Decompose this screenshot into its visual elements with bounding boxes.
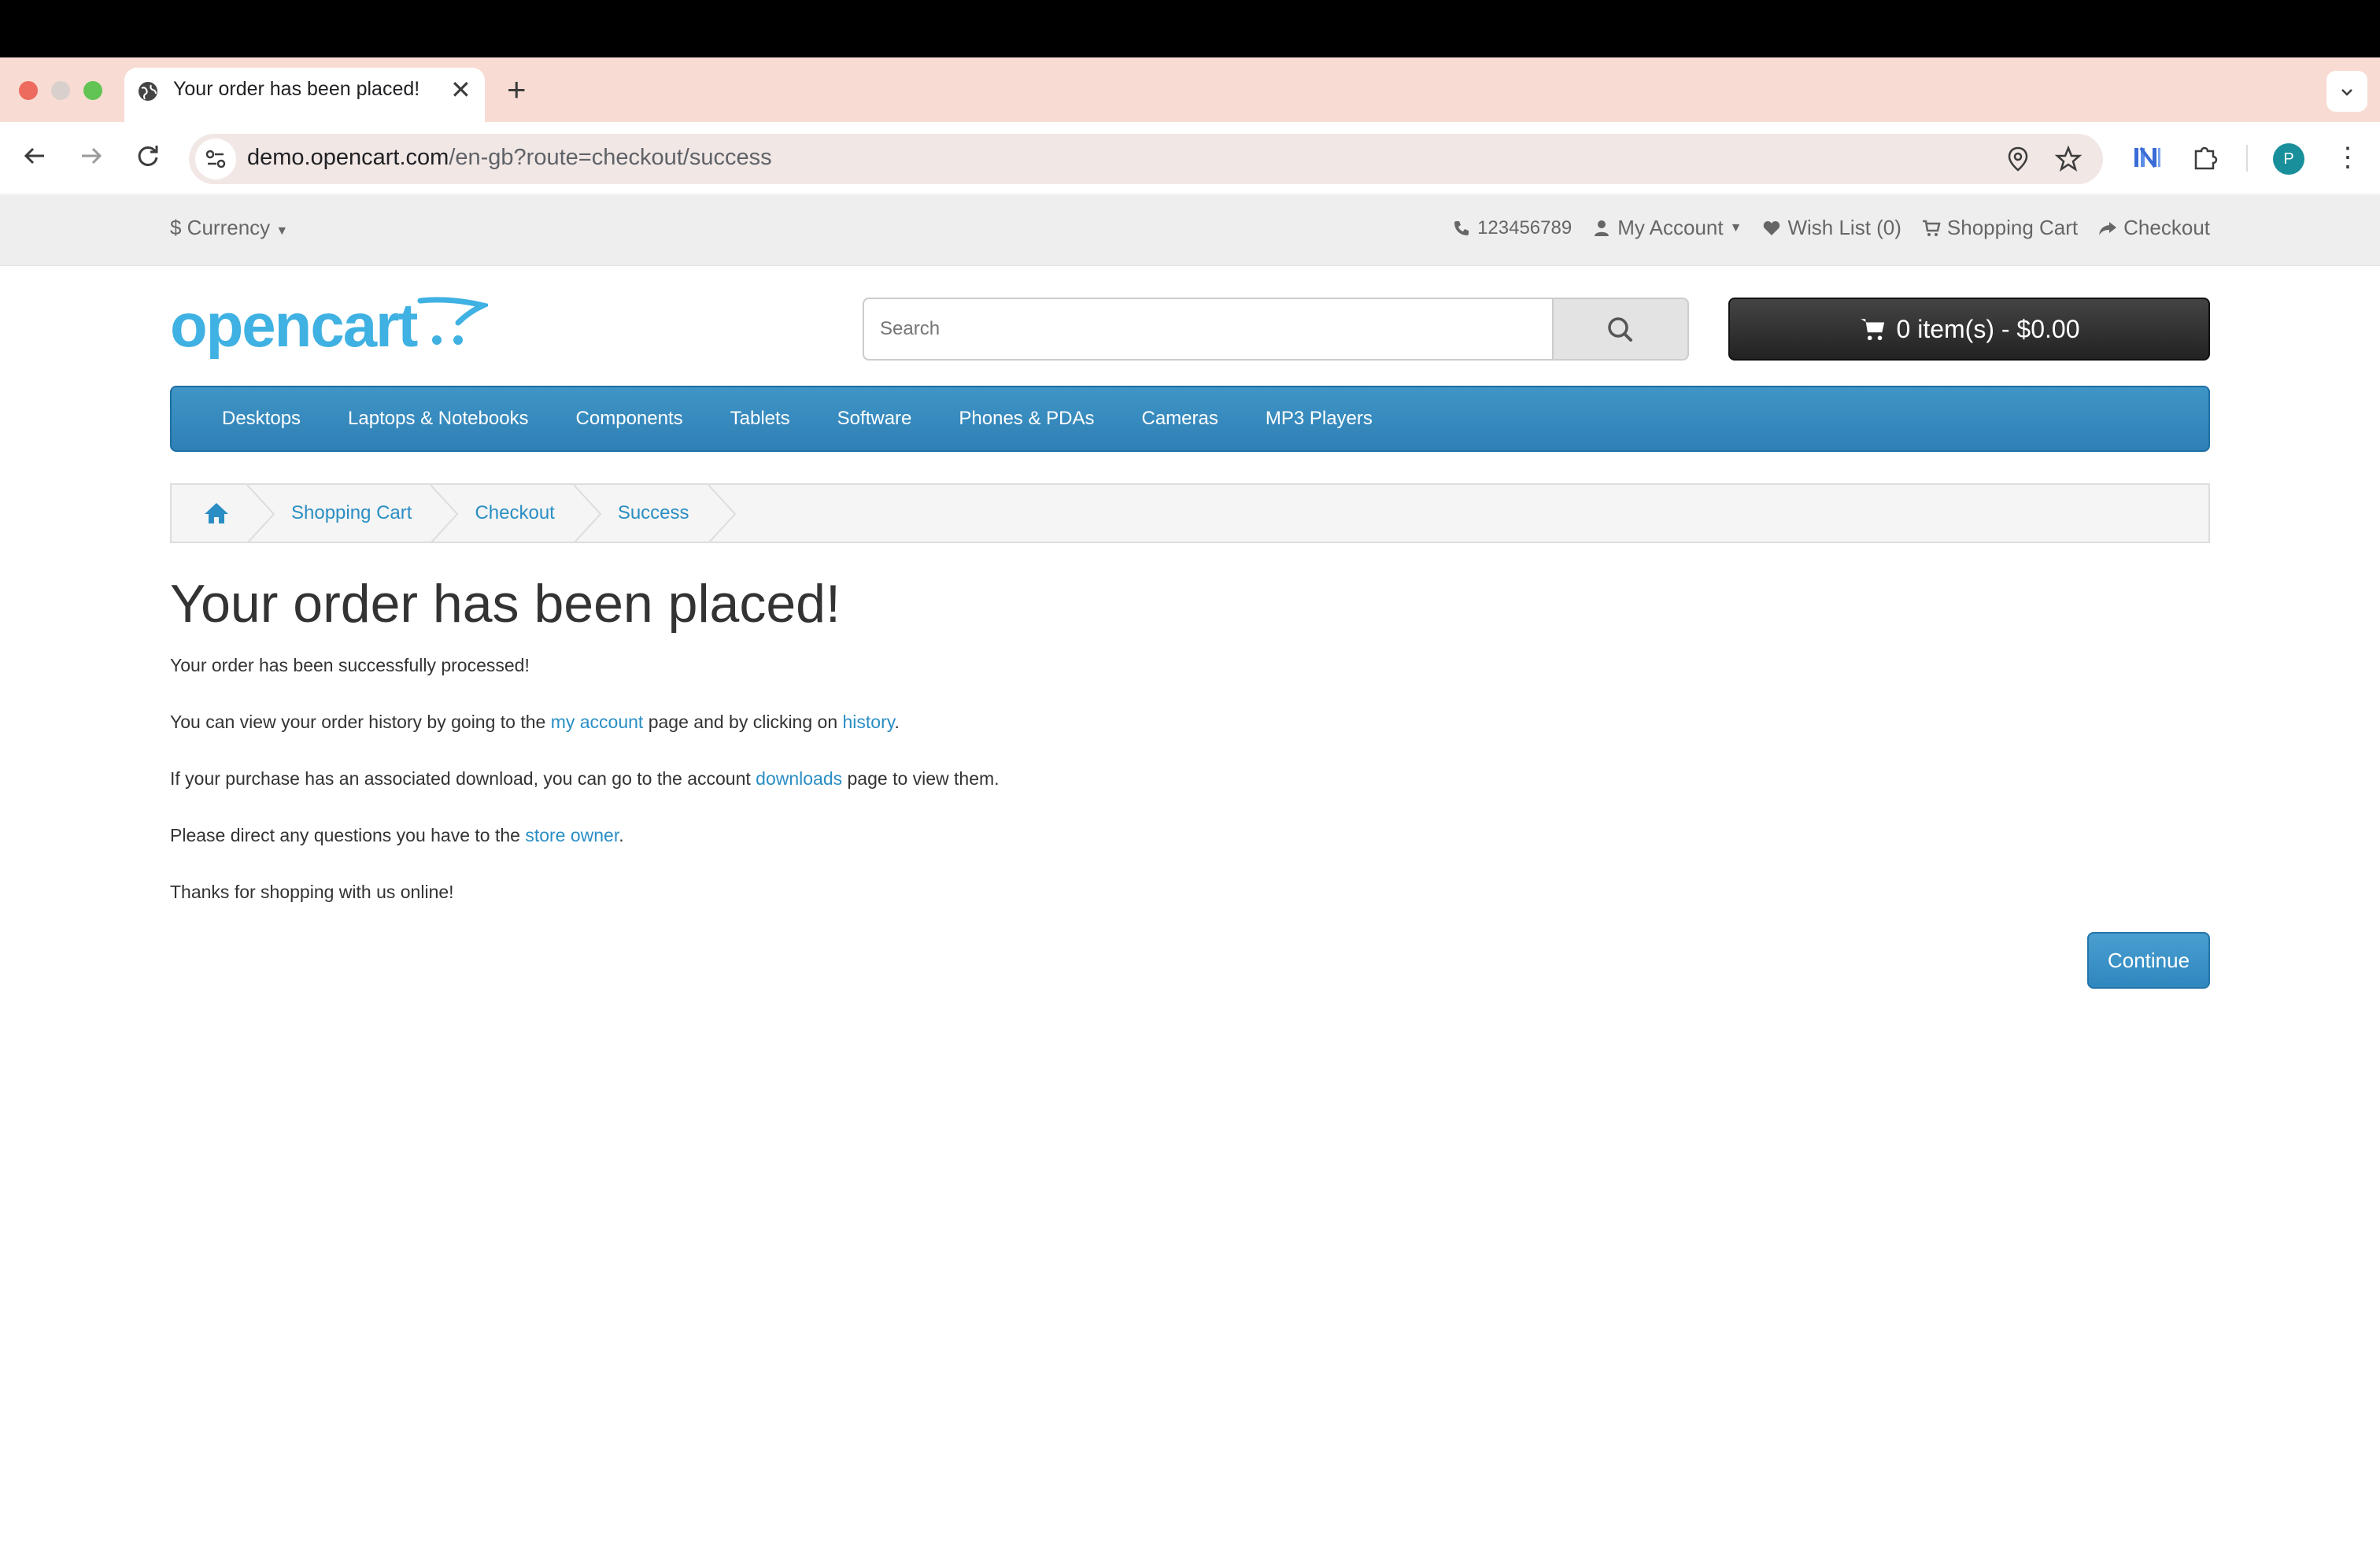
tab-search-button[interactable]: [2326, 71, 2367, 112]
url-path: /en-gb?route=checkout/success: [449, 145, 772, 170]
home-icon: [205, 503, 228, 523]
back-arrow-icon[interactable]: [17, 139, 52, 173]
phone-link[interactable]: 123456789: [1452, 216, 1572, 240]
caret-down-icon: ▼: [275, 224, 289, 238]
reload-icon[interactable]: [131, 139, 165, 173]
cart-icon: [1922, 220, 1941, 236]
breadcrumb-separator: [431, 485, 459, 543]
screen-top-bar: [0, 0, 2380, 57]
chevron-down-icon: [2341, 89, 2352, 96]
opencart-logo[interactable]: opencart: [170, 291, 488, 359]
share-arrow-icon: [2099, 221, 2117, 235]
location-pin-icon[interactable]: [2004, 145, 2032, 173]
globe-icon: [139, 82, 157, 101]
page-title: Your order has been placed!: [170, 574, 841, 634]
breadcrumb-separator: [573, 485, 602, 543]
cart-button[interactable]: 0 item(s) - $0.00: [1728, 298, 2210, 361]
cart-icon: [1860, 319, 1884, 341]
breadcrumb-label: Shopping Cart: [291, 502, 412, 523]
site-info-button[interactable]: [195, 139, 236, 179]
bookmark-star-icon[interactable]: [2054, 145, 2082, 173]
wish-list-label: Wish List (0): [1787, 216, 1901, 239]
tab-close-icon[interactable]: ✕: [450, 76, 471, 104]
breadcrumb-success[interactable]: Success: [602, 485, 737, 543]
svg-text:opencart: opencart: [170, 291, 418, 359]
text-segment: .: [894, 712, 900, 732]
menu-item-software[interactable]: Software: [837, 408, 912, 430]
minimize-window-button[interactable]: [51, 81, 70, 100]
questions-paragraph: Please direct any questions you have to …: [170, 825, 624, 846]
text-segment: You can view your order history by going…: [170, 712, 551, 732]
toolbar-divider: [2246, 145, 2248, 172]
new-tab-button[interactable]: +: [507, 72, 527, 107]
breadcrumb-separator: [708, 485, 736, 543]
menu-item-mp3-players[interactable]: MP3 Players: [1266, 408, 1373, 430]
breadcrumb-shopping-cart[interactable]: Shopping Cart: [275, 485, 459, 543]
text-segment: page to view them.: [842, 768, 1000, 789]
my-account-label: My Account: [1617, 216, 1724, 239]
url-host: demo.opencart.com: [247, 145, 449, 170]
shopping-cart-link[interactable]: Shopping Cart: [1922, 216, 2078, 240]
breadcrumb-label: Success: [617, 502, 689, 523]
shopping-cart-label: Shopping Cart: [1946, 216, 2079, 239]
menu-item-components[interactable]: Components: [576, 408, 683, 430]
currency-dropdown[interactable]: $ Currency ▼: [170, 216, 288, 240]
my-account-link[interactable]: my account: [551, 712, 644, 732]
forward-arrow-icon[interactable]: [74, 139, 109, 173]
close-window-button[interactable]: [19, 81, 38, 100]
success-message: Your order has been successfully process…: [170, 655, 530, 675]
checkout-link[interactable]: Checkout: [2098, 216, 2210, 240]
phone-number: 123456789: [1477, 216, 1572, 239]
menu-item-tablets[interactable]: Tablets: [730, 408, 790, 430]
menu-item-phones-pdas[interactable]: Phones & PDAs: [959, 408, 1094, 430]
wish-list-link[interactable]: Wish List (0): [1762, 216, 1901, 240]
breadcrumb-checkout[interactable]: Checkout: [459, 485, 602, 543]
breadcrumb-home[interactable]: [172, 485, 275, 543]
downloads-link[interactable]: downloads: [756, 768, 842, 789]
search-bar: [863, 298, 1689, 361]
breadcrumb-separator: [247, 485, 275, 543]
tab-title: Your order has been placed!: [173, 78, 420, 100]
tune-icon: [205, 150, 226, 168]
downloads-paragraph: If your purchase has an associated downl…: [170, 768, 1000, 790]
extensions-puzzle-icon[interactable]: [2190, 142, 2221, 173]
top-links: 123456789 My Account ▼ Wish List (0) Sho…: [1452, 216, 2210, 240]
my-account-dropdown[interactable]: My Account ▼: [1592, 216, 1742, 240]
profile-avatar[interactable]: P: [2273, 143, 2304, 175]
checkout-label: Checkout: [2123, 216, 2210, 239]
search-icon: [1608, 317, 1632, 342]
heart-icon: [1764, 220, 1780, 235]
store-owner-link[interactable]: store owner: [525, 825, 619, 845]
phone-icon: [1454, 220, 1469, 235]
category-menu: Desktops Laptops & Notebooks Components …: [170, 386, 2210, 452]
text-segment: Please direct any questions you have to …: [170, 825, 526, 845]
menu-dots-icon[interactable]: ⋮: [2334, 142, 2361, 173]
history-link[interactable]: history: [843, 712, 895, 732]
continue-button[interactable]: Continue: [2087, 932, 2210, 989]
menu-item-desktops[interactable]: Desktops: [222, 408, 301, 430]
caret-down-icon: ▼: [1729, 220, 1743, 235]
breadcrumb: Shopping Cart Checkout Success: [170, 483, 2210, 543]
maximize-window-button[interactable]: [83, 81, 102, 100]
text-segment: page and by clicking on: [643, 712, 843, 732]
cart-summary: 0 item(s) - $0.00: [1896, 314, 2080, 343]
currency-label: $ Currency: [170, 216, 271, 239]
url-text[interactable]: demo.opencart.com/en-gb?route=checkout/s…: [247, 145, 772, 171]
menu-item-cameras[interactable]: Cameras: [1141, 408, 1218, 430]
text-segment: .: [619, 825, 624, 845]
order-history-paragraph: You can view your order history by going…: [170, 712, 900, 733]
search-input[interactable]: [863, 298, 1554, 361]
breadcrumb-label: Checkout: [475, 502, 555, 523]
text-segment: If your purchase has an associated downl…: [170, 768, 756, 789]
search-button[interactable]: [1552, 298, 1689, 361]
extension-logo-icon[interactable]: [2131, 142, 2163, 173]
user-icon: [1595, 220, 1609, 236]
thanks-message: Thanks for shopping with us online!: [170, 882, 454, 902]
menu-item-laptops-notebooks[interactable]: Laptops & Notebooks: [348, 408, 529, 430]
